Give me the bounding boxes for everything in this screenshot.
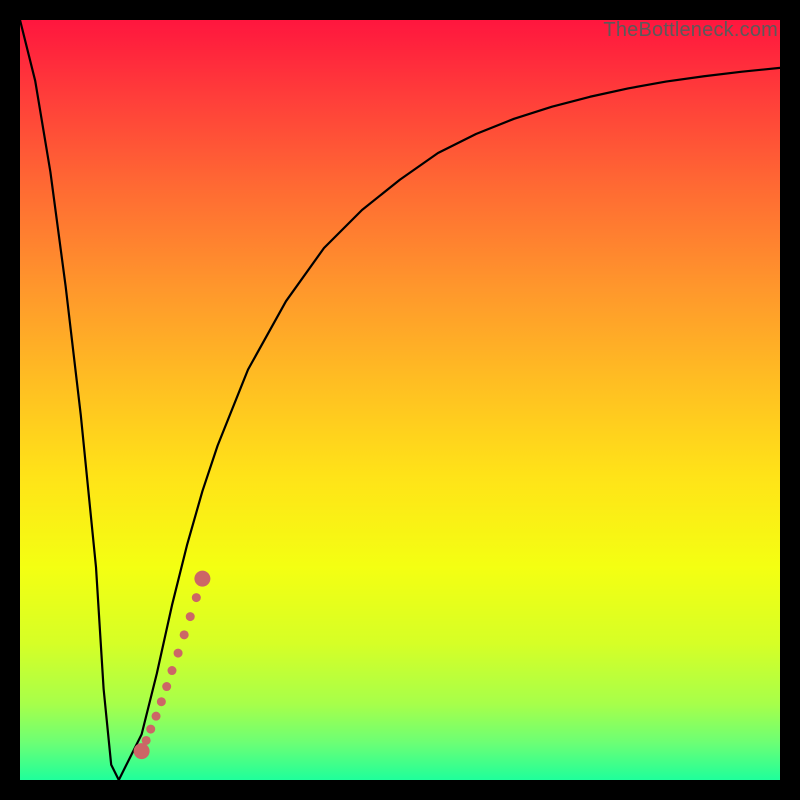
chart-frame: TheBottleneck.com xyxy=(20,20,780,780)
gradient-background xyxy=(20,20,780,780)
highlight-dot xyxy=(194,571,210,587)
highlight-dot xyxy=(146,725,155,734)
highlight-dot xyxy=(134,743,150,759)
highlight-dot xyxy=(174,649,183,658)
highlight-dot xyxy=(180,630,189,639)
bottleneck-chart xyxy=(20,20,780,780)
highlight-dot xyxy=(186,612,195,621)
highlight-dot xyxy=(152,712,161,721)
highlight-dot xyxy=(192,593,201,602)
watermark-label: TheBottleneck.com xyxy=(603,19,778,42)
highlight-dot xyxy=(142,736,151,745)
highlight-dot xyxy=(162,682,171,691)
highlight-dot xyxy=(168,666,177,675)
highlight-dot xyxy=(157,697,166,706)
